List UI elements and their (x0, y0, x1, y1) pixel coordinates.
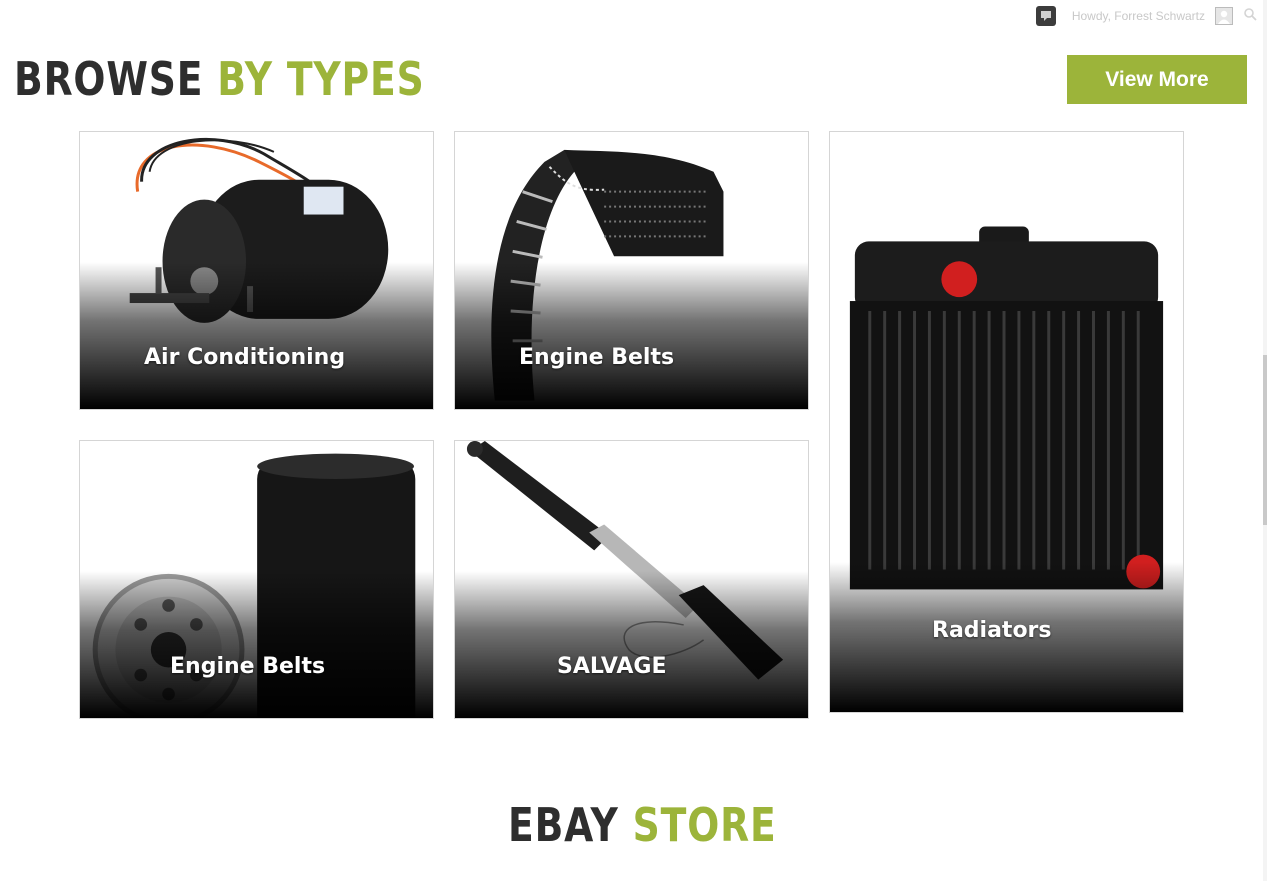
heading-green-part: STORE (632, 798, 777, 852)
view-more-button[interactable]: View More (1067, 55, 1247, 104)
page: Howdy, Forrest Schwartz BROWSE BY TYPES … (0, 0, 1267, 881)
tile-shade (80, 262, 433, 409)
heading-dark-part: BROWSE (14, 52, 204, 106)
category-tile-engine-belts[interactable]: Engine Belts (454, 131, 809, 410)
search-icon[interactable] (1243, 7, 1257, 26)
tile-label: SALVAGE (557, 654, 667, 679)
comments-icon[interactable] (1035, 6, 1056, 26)
category-tile-radiators[interactable]: Radiators (829, 131, 1184, 713)
scrollbar-thumb[interactable] (1263, 355, 1267, 525)
browse-by-types-heading: BROWSE BY TYPES (14, 56, 425, 102)
tile-label: Air Conditioning (144, 345, 346, 370)
tile-shade (455, 262, 808, 409)
tile-label: Engine Belts (170, 654, 326, 679)
tile-label: Engine Belts (519, 345, 675, 370)
tile-shade (80, 571, 433, 718)
category-tile-air-conditioning[interactable]: Air Conditioning (79, 131, 434, 410)
ebay-store-heading: EBAY STORE (508, 802, 777, 848)
admin-bar: Howdy, Forrest Schwartz (1035, 6, 1267, 26)
howdy-user-link[interactable]: Howdy, Forrest Schwartz (1072, 9, 1205, 23)
category-tile-engine-belts-2[interactable]: Engine Belts (79, 440, 434, 719)
tile-shade (455, 571, 808, 718)
tile-label: Radiators (932, 618, 1052, 643)
avatar[interactable] (1215, 7, 1233, 25)
heading-dark-part: EBAY (508, 798, 619, 852)
heading-green-part: BY TYPES (217, 52, 425, 106)
category-tile-salvage[interactable]: SALVAGE (454, 440, 809, 719)
